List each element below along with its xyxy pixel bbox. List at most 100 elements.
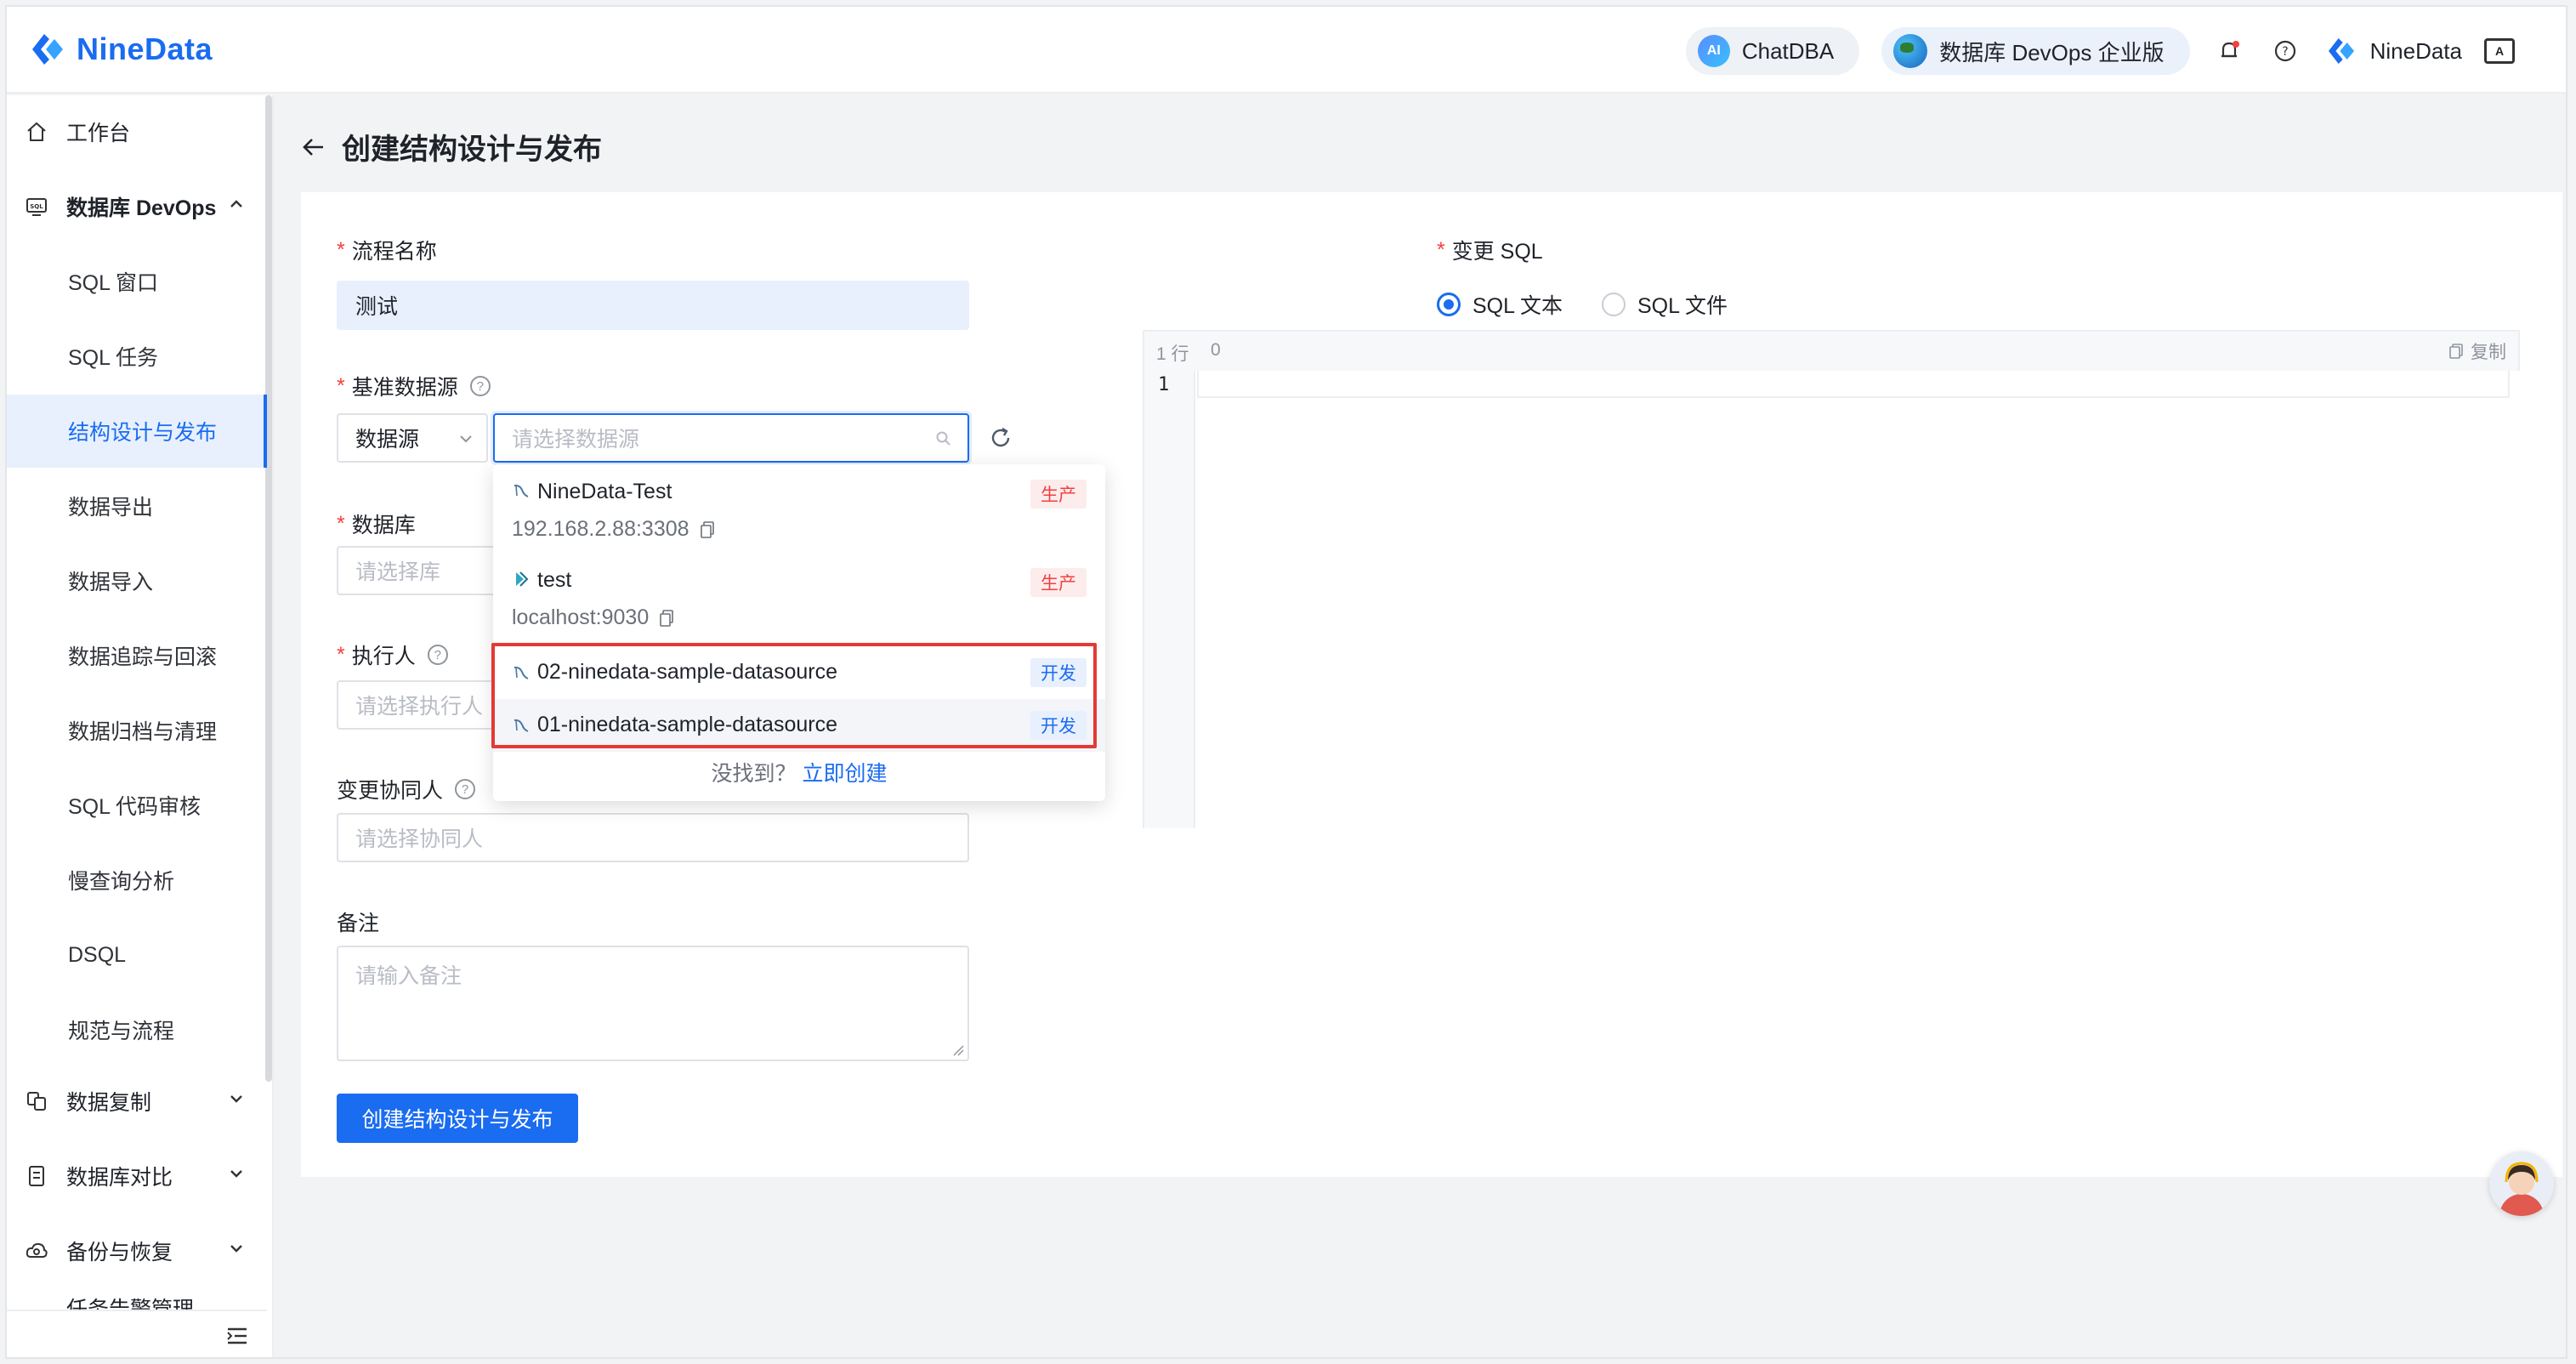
help-icon[interactable]: ? (469, 376, 491, 396)
copy-button[interactable]: 复制 (2448, 338, 2506, 364)
sidebar-item-label: 数据导出 (68, 496, 154, 520)
collaborator-label: 变更协同人 ? (337, 774, 476, 804)
sidebar-group-replication[interactable]: 数据复制 (7, 1065, 267, 1138)
highlight-box (491, 643, 1097, 748)
chevron-down-icon (230, 1245, 242, 1253)
user-logo-icon (2328, 38, 2354, 64)
input-value: 测试 (355, 295, 399, 319)
sidebar-item-data-tracking[interactable]: 数据追踪与回滚 (7, 619, 267, 692)
address-text: 192.168.2.88:3308 (512, 517, 689, 541)
flow-name-input[interactable]: 测试 (337, 281, 969, 330)
required-mark: * (337, 511, 345, 536)
input-placeholder: 请选择库 (355, 560, 441, 584)
top-header: NineData AI ChatDBA 数据库 DevOps 企业版 ? Nin… (7, 7, 2566, 94)
sidebar-item-sql-window[interactable]: SQL 窗口 (7, 245, 267, 318)
env-tag: 生产 (1030, 568, 1087, 597)
sidebar: 工作台 SQL 数据库 DevOps SQL 窗口 SQL 任务 结构设计与发布… (7, 95, 274, 1357)
sidebar-item-slow-query[interactable]: 慢查询分析 (7, 844, 267, 917)
button-label: 创建结构设计与发布 (361, 1108, 553, 1132)
database-label: * 数据库 (337, 509, 416, 539)
user-name: NineData (2369, 37, 2462, 64)
sidebar-item-standards[interactable]: 规范与流程 (7, 993, 267, 1066)
dropdown-option[interactable]: test localhost:9030 生产 (493, 553, 1105, 641)
help-icon[interactable]: ? (2268, 34, 2302, 68)
dropdown-option[interactable]: NineData-Test 192.168.2.88:3308 生产 (493, 464, 1105, 553)
app-window: NineData AI ChatDBA 数据库 DevOps 企业版 ? Nin… (5, 5, 2567, 1359)
help-icon[interactable]: ? (455, 779, 476, 799)
replication-icon (27, 1092, 46, 1111)
chatdba-button[interactable]: AI ChatDBA (1685, 27, 1860, 75)
radio-sql-text[interactable]: SQL 文本 (1437, 289, 1563, 320)
sidebar-item-label: 慢查询分析 (68, 870, 175, 894)
sidebar-item-label: SQL 任务 (68, 346, 159, 370)
language-icon-text: A (2494, 44, 2505, 58)
brand-logo[interactable]: NineData (27, 29, 213, 70)
bell-icon[interactable] (2212, 34, 2246, 68)
sidebar-group-label: 数据库 DevOps (66, 196, 217, 220)
page-title: 创建结构设计与发布 (342, 134, 602, 166)
create-button[interactable]: 创建结构设计与发布 (337, 1094, 578, 1143)
not-found-text: 没找到？ (711, 762, 797, 786)
copy-icon[interactable] (659, 609, 674, 628)
datasource-type-select[interactable]: 数据源 (337, 413, 488, 463)
select-value: 数据源 (355, 428, 420, 452)
collaborator-select[interactable]: 请选择协同人 (337, 813, 969, 862)
ninedata-logo-icon (27, 29, 68, 70)
remark-textarea[interactable]: 请输入备注 (337, 946, 969, 1061)
cloud-backup-icon (26, 1242, 48, 1258)
ai-icon: AI (1697, 35, 1730, 67)
datasource-address: 192.168.2.88:3308 (512, 517, 715, 542)
language-switch-icon[interactable]: A (2484, 38, 2515, 64)
copy-icon (2449, 344, 2463, 359)
copy-icon[interactable] (700, 520, 715, 539)
sidebar-item-data-import[interactable]: 数据导入 (7, 544, 267, 617)
radio-sql-file[interactable]: SQL 文件 (1602, 289, 1728, 320)
datasource-dropdown: NineData-Test 192.168.2.88:3308 生产 test … (493, 464, 1105, 801)
sidebar-item-data-archive[interactable]: 数据归档与清理 (7, 694, 267, 767)
sidebar-item-schema-design[interactable]: 结构设计与发布 (7, 395, 267, 468)
sql-editor[interactable]: 1 行 0 复制 1 (1143, 330, 2520, 828)
collapse-menu-icon[interactable] (224, 1323, 250, 1349)
sidebar-item-sql-review[interactable]: SQL 代码审核 (7, 769, 267, 842)
sidebar-group-compare[interactable]: 数据库对比 (7, 1140, 267, 1213)
sidebar-footer (7, 1310, 267, 1357)
doris-icon (516, 571, 529, 587)
sidebar-group-devops[interactable]: SQL 数据库 DevOps (7, 170, 267, 243)
label-text: 备注 (337, 912, 380, 935)
required-mark: * (337, 642, 345, 667)
sidebar-item-label: SQL 窗口 (68, 271, 159, 295)
sidebar-item-label: 工作台 (66, 122, 131, 145)
page-header: 创建结构设计与发布 (301, 126, 602, 168)
resize-handle-icon[interactable] (952, 1044, 964, 1056)
support-avatar[interactable] (2489, 1151, 2554, 1216)
flow-name-label: * 流程名称 (337, 235, 437, 265)
datasource-search-input[interactable]: 请选择数据源 (493, 413, 969, 463)
sidebar-item-data-export[interactable]: 数据导出 (7, 469, 267, 543)
edition-button[interactable]: 数据库 DevOps 企业版 (1881, 27, 2190, 75)
sidebar-item-dsql[interactable]: DSQL (7, 918, 267, 992)
sidebar-group-backup[interactable]: 备份与恢复 (7, 1214, 267, 1287)
help-icon[interactable]: ? (427, 645, 448, 665)
label-text: 变更协同人 (337, 779, 444, 803)
address-text: localhost:9030 (512, 605, 650, 629)
refresh-icon[interactable] (988, 425, 1013, 451)
datasource-address: localhost:9030 (512, 605, 674, 630)
input-placeholder: 请选择执行人 (355, 695, 484, 719)
editor-text-area[interactable] (1194, 371, 2520, 828)
user-menu[interactable]: NineData (2324, 34, 2462, 68)
sidebar-item-workbench[interactable]: 工作台 (7, 95, 267, 168)
sidebar-item-sql-task[interactable]: SQL 任务 (7, 320, 267, 393)
sidebar-group-alerts[interactable]: 任务告警管理 (7, 1289, 267, 1310)
editor-col-count: 0 (1211, 340, 1221, 360)
required-mark: * (337, 237, 345, 262)
back-arrow-icon[interactable] (301, 134, 326, 160)
radio-label: SQL 文件 (1637, 294, 1728, 318)
customer-service-icon (2499, 1162, 2544, 1216)
sidebar-group-label: 数据复制 (66, 1091, 152, 1115)
dropdown-footer: 没找到？ 立即创建 (493, 757, 1105, 787)
chevron-up-icon (230, 200, 242, 207)
create-datasource-link[interactable]: 立即创建 (802, 762, 887, 786)
label-text: 基准数据源 (351, 376, 458, 400)
brand-name: NineData (77, 31, 213, 66)
line-number: 1 (1158, 374, 1170, 395)
